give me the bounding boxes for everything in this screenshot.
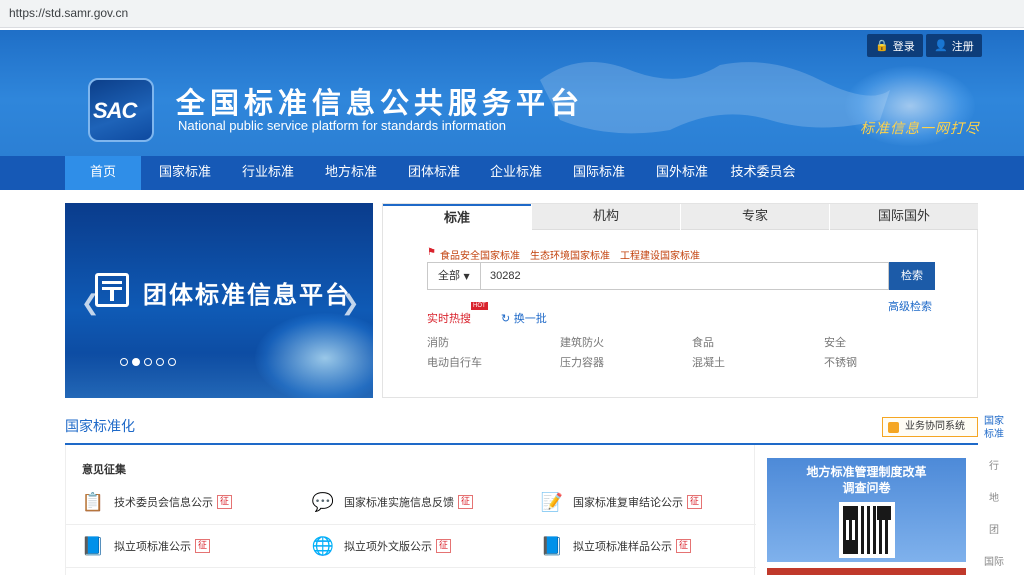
quick-links: ⚑ 食品安全国家标准 生态环境国家标准 工程建设国家标准	[427, 247, 700, 262]
document-edit-icon: 📝	[540, 491, 564, 513]
main-nav: 首页 国家标准 行业标准 地方标准 团体标准 企业标准 国际标准 国外标准 技术…	[0, 156, 1024, 190]
side-nav-local[interactable]: 地	[980, 489, 1008, 504]
site-title: 全国标准信息公共服务平台	[176, 86, 585, 120]
list-item[interactable]: 📋 技术委员会信息公示 征	[80, 487, 233, 517]
promo-banner-2[interactable]	[767, 568, 966, 575]
quicklink-food-safety[interactable]: 食品安全国家标准	[440, 247, 520, 262]
side-nav-international[interactable]: 国际	[980, 553, 1008, 568]
refresh-button[interactable]: ↻ 换一批	[501, 310, 547, 326]
list-item[interactable]: 🌐 拟立项外文版公示 征	[310, 531, 452, 561]
quicklink-construction[interactable]: 工程建设国家标准	[620, 247, 700, 262]
hot-term[interactable]: 安全	[824, 334, 846, 350]
hot-term[interactable]: 消防	[427, 334, 449, 350]
book-icon: 📘	[81, 535, 105, 557]
list-item[interactable]: 📝 国家标准复审结论公示 征	[539, 487, 703, 517]
collect-tag: 征	[436, 539, 452, 553]
promo-title: 地方标准管理制度改革 调查问卷	[806, 465, 927, 495]
bookmark-icon: ⚑	[427, 247, 436, 258]
tab-experts[interactable]: 专家	[681, 204, 829, 230]
search-input[interactable]: 30282	[480, 262, 889, 290]
hot-term[interactable]: 压力容器	[560, 354, 604, 370]
hot-badge: HOT	[471, 302, 488, 310]
chat-bubble-icon: 💬	[311, 491, 335, 513]
carousel-dots	[120, 358, 176, 366]
carousel-dot[interactable]	[120, 358, 128, 366]
carousel-dot-active[interactable]	[132, 358, 140, 366]
collect-tag: 征	[458, 495, 474, 509]
hot-term[interactable]: 不锈钢	[824, 354, 857, 370]
nav-group-standards[interactable]: 团体标准	[395, 156, 473, 190]
side-nav-group[interactable]: 团	[980, 521, 1008, 536]
side-nav-national[interactable]: 国家标准	[980, 415, 1008, 441]
carousel-next-icon[interactable]: ❯	[341, 291, 359, 316]
id-card-icon: 📋	[81, 491, 105, 513]
nav-home[interactable]: 首页	[65, 156, 141, 190]
search-scope-select[interactable]: 全部 ▼	[427, 262, 481, 290]
nav-national-standards[interactable]: 国家标准	[146, 156, 224, 190]
search-row: 全部 ▼ 30282 检索	[427, 262, 935, 290]
hot-term[interactable]: 电动自行车	[427, 354, 482, 370]
survey-promo-banner[interactable]: 地方标准管理制度改革 调查问卷	[767, 458, 966, 562]
collect-tag: 征	[687, 495, 703, 509]
nav-enterprise-standards[interactable]: 企业标准	[477, 156, 555, 190]
search-button[interactable]: 检索	[889, 262, 935, 290]
nav-industry-standards[interactable]: 行业标准	[229, 156, 307, 190]
nav-technical-committees[interactable]: 技术委员会	[724, 156, 802, 190]
group-standard-logo-icon	[95, 273, 129, 307]
carousel-dot[interactable]	[168, 358, 176, 366]
user-icon: 👤	[934, 39, 948, 52]
business-collab-button[interactable]: 业务协同系统	[882, 417, 978, 437]
collect-tag: 征	[195, 539, 211, 553]
hot-search-label: 实时热搜	[427, 312, 471, 325]
nav-local-standards[interactable]: 地方标准	[312, 156, 390, 190]
caret-down-icon: ▼	[463, 272, 470, 281]
list-item[interactable]: 💬 国家标准实施信息反馈 征	[310, 487, 474, 517]
nav-foreign-standards[interactable]: 国外标准	[643, 156, 721, 190]
tab-institutions[interactable]: 机构	[532, 204, 680, 230]
carousel-dot[interactable]	[156, 358, 164, 366]
browser-url-bar[interactable]: https://std.samr.gov.cn	[0, 0, 1024, 28]
collect-tag: 征	[217, 495, 233, 509]
login-button[interactable]: 🔒 登录	[867, 34, 923, 57]
hot-term[interactable]: 食品	[692, 334, 714, 350]
hot-term[interactable]: 建筑防火	[560, 334, 604, 350]
tab-international[interactable]: 国际国外	[830, 204, 978, 230]
collect-tag: 征	[676, 539, 692, 553]
search-panel: 标准 机构 专家 国际国外 ⚑ 食品安全国家标准 生态环境国家标准 工程建设国家…	[382, 203, 978, 398]
refresh-icon: ↻	[501, 312, 511, 325]
banner-carousel[interactable]: 团体标准信息平台 ❮ ❯	[65, 203, 373, 398]
opinion-collection-box: 意见征集 📋 技术委员会信息公示 征 💬 国家标准实施信息反馈 征 📝 国家标准…	[65, 445, 756, 575]
qr-code-icon	[839, 502, 895, 558]
quicklink-eco-environment[interactable]: 生态环境国家标准	[530, 247, 610, 262]
list-item[interactable]: 📘 拟立项标准样品公示 征	[539, 531, 692, 561]
carousel-dot[interactable]	[144, 358, 152, 366]
carousel-prev-icon[interactable]: ❮	[81, 291, 99, 316]
side-nav-industry[interactable]: 行	[980, 457, 1008, 472]
hot-term[interactable]: 混凝土	[692, 354, 725, 370]
box-title: 意见征集	[82, 463, 126, 476]
section-title: 国家标准化	[65, 419, 135, 435]
site-subtitle: National public service platform for sta…	[178, 118, 507, 133]
url-text[interactable]: https://std.samr.gov.cn	[9, 6, 128, 20]
banner-text: 团体标准信息平台	[143, 281, 351, 309]
slogan: 标准信息一网打尽	[860, 121, 980, 137]
advanced-search-link[interactable]: 高级检索	[888, 298, 932, 314]
book-icon: 📘	[540, 535, 564, 557]
nav-international-standards[interactable]: 国际标准	[560, 156, 638, 190]
globe-icon: 🌐	[311, 535, 335, 557]
tab-standards[interactable]: 标准	[383, 204, 531, 230]
list-item[interactable]: 📘 拟立项标准公示 征	[80, 531, 211, 561]
lock-icon: 🔒	[875, 39, 889, 52]
register-button[interactable]: 👤 注册	[926, 34, 982, 57]
sac-logo[interactable]: SAC	[88, 78, 154, 142]
